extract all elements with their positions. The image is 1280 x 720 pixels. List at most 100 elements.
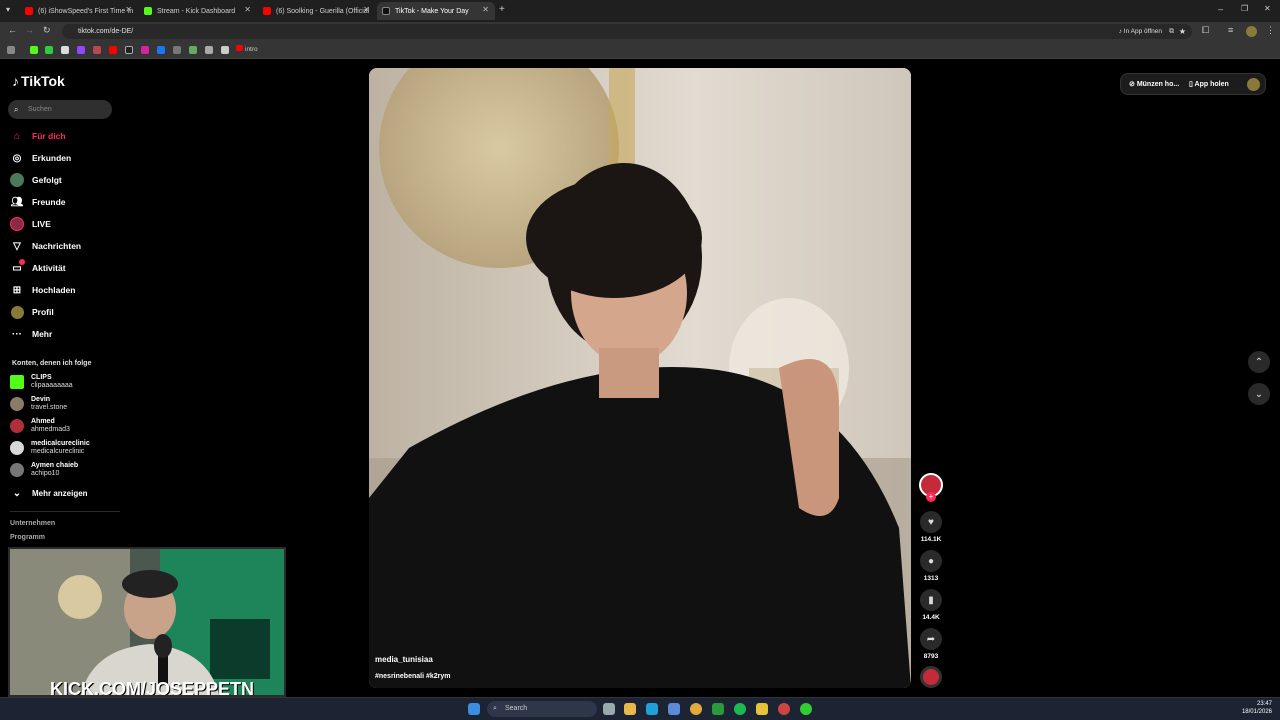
edge-icon[interactable] (646, 703, 658, 715)
save-action[interactable]: ▮ 14.4K (919, 589, 943, 621)
nav-nachrichten[interactable]: ▽ Nachrichten (10, 238, 81, 254)
nav-freunde[interactable]: 👥︎ Freunde (10, 194, 66, 210)
follow-plus-icon[interactable]: + (926, 492, 936, 502)
account-devin[interactable]: Devin travel.stone (10, 396, 67, 412)
close-tab-icon[interactable]: ✕ (125, 5, 132, 14)
search-input[interactable]: ⌕ Suchen (8, 100, 112, 119)
tab-soolking[interactable]: (6) Soolking - Guerilla (Official ✕ (258, 2, 376, 20)
activity-icon: ▭ (10, 259, 25, 275)
compass-icon: ◎ (12, 152, 22, 164)
creator-avatar[interactable]: + (919, 473, 943, 502)
extensions-icon[interactable]: ⧠ (1202, 25, 1209, 36)
bookmark-icon[interactable] (61, 46, 69, 54)
task-view-icon[interactable] (603, 703, 615, 715)
account-clips[interactable]: CLIPS clipaaaaaaaa (10, 374, 73, 390)
nav-erkunden[interactable]: ◎ Erkunden (10, 150, 72, 166)
account-aymen[interactable]: Aymen chaieb achipo10 (10, 462, 78, 478)
file-explorer-icon[interactable] (624, 703, 636, 715)
tab-kick-dashboard[interactable]: Stream - Kick Dashboard ✕ (139, 2, 257, 20)
avatar (10, 463, 24, 477)
video-hashtags[interactable]: #nesrinebenali #k2rym (375, 673, 451, 680)
translate-icon[interactable]: ⧉ (1169, 24, 1174, 39)
address-bar[interactable]: tiktok.com/de-DE/ ♪ In App öffnen ⧉ ★ (62, 24, 1192, 39)
browser-menu-icon[interactable]: ⋮ (1266, 25, 1275, 36)
restore-icon[interactable]: ❐ (1241, 4, 1248, 13)
tiktok-bookmark-icon[interactable] (125, 46, 133, 54)
notification-dot (19, 259, 25, 265)
browser-profile-avatar[interactable] (1246, 26, 1257, 37)
in-app-open-button[interactable]: ♪ In App öffnen (1119, 24, 1162, 39)
play-bookmark-icon[interactable] (45, 46, 53, 54)
tab-tiktok[interactable]: TikTok - Make Your Day ✕ (377, 2, 495, 20)
comment-count: 1313 (923, 575, 939, 582)
intro-bookmark[interactable]: intro (236, 45, 258, 53)
bookmark-icon[interactable] (93, 46, 101, 54)
reload-icon[interactable]: ↻ (43, 25, 51, 36)
nav-hochladen[interactable]: ⊞ Hochladen (10, 282, 76, 298)
close-tab-icon[interactable]: ✕ (363, 5, 370, 14)
bookmark-icon[interactable] (205, 46, 213, 54)
close-tab-icon[interactable]: ✕ (244, 5, 251, 14)
nav-gefolgt[interactable]: Gefolgt (10, 172, 62, 188)
app-icon[interactable] (778, 703, 790, 715)
video-author[interactable]: media_tunisiaa (375, 655, 433, 664)
profile-avatar[interactable] (1247, 78, 1260, 91)
xbox-icon[interactable] (712, 703, 724, 715)
bookmark-icon[interactable] (173, 46, 181, 54)
bookmark-star-icon[interactable]: ★ (1179, 24, 1186, 39)
minimize-icon[interactable]: – (1218, 4, 1223, 14)
nav-aktivitaet[interactable]: ▭ Aktivität (10, 259, 66, 276)
tiktok-logo[interactable]: ♪ TikTok (12, 73, 65, 89)
get-app-button[interactable]: ▯ App holen (1189, 80, 1229, 88)
tab-search-icon[interactable]: ▾ (6, 5, 10, 14)
close-tab-icon[interactable]: ✕ (482, 5, 489, 14)
sound-disc[interactable] (919, 666, 943, 688)
show-more-button[interactable]: ⌄ Mehr anzeigen (10, 485, 88, 501)
store-icon[interactable] (668, 703, 680, 715)
account-ahmed[interactable]: Ahmed ahmedmad3 (10, 418, 70, 434)
twitch-bookmark-icon[interactable] (77, 46, 85, 54)
bookmark-icon[interactable] (189, 46, 197, 54)
windows-start-icon[interactable] (468, 703, 480, 715)
account-medicalcureclinic[interactable]: medicalcureclinic medicalcureclinic (10, 440, 90, 456)
footer-link-unternehmen[interactable]: Unternehmen (10, 520, 55, 527)
facebook-bookmark-icon[interactable] (157, 46, 165, 54)
friends-icon: 👥︎ (10, 196, 24, 208)
like-action[interactable]: ♥ 114.1K (919, 511, 943, 543)
previous-video-button[interactable]: ⌃ (1248, 351, 1270, 373)
close-window-icon[interactable]: ✕ (1264, 4, 1271, 13)
app-icon[interactable] (800, 703, 812, 715)
nav-live[interactable]: LIVE (10, 216, 51, 232)
bookmark-icon[interactable]: ▮ (920, 589, 942, 611)
bookmark-icon[interactable] (221, 46, 229, 54)
nav-mehr[interactable]: ··· Mehr (10, 326, 52, 342)
spotify-icon[interactable] (734, 703, 746, 715)
heart-icon[interactable]: ♥ (920, 511, 942, 533)
warning-app-icon[interactable] (756, 703, 768, 715)
nav-profil[interactable]: Profil (10, 304, 54, 320)
more-icon: ··· (12, 328, 22, 340)
forward-icon[interactable]: → (25, 25, 34, 35)
taskbar-search-input[interactable]: ⌕ Search (487, 701, 597, 717)
footer-link-programm[interactable]: Programm (10, 534, 45, 541)
comment-action[interactable]: ● 1313 (919, 550, 943, 582)
media-icon[interactable]: ≡ (1228, 25, 1233, 35)
video-player[interactable]: media_tunisiaa #nesrinebenali #k2rym (369, 68, 911, 688)
youtube-bookmark-icon[interactable] (109, 46, 117, 54)
save-count: 14.4K (922, 614, 940, 621)
get-coins-button[interactable]: ⊘ Münzen ho... (1129, 80, 1179, 88)
nav-fuer-dich[interactable]: ⌂ Für dich (10, 128, 66, 144)
comment-icon[interactable]: ● (920, 550, 942, 572)
apps-icon[interactable] (7, 46, 15, 54)
kick-bookmark-icon[interactable] (30, 46, 38, 54)
share-icon[interactable]: ➦ (920, 628, 942, 650)
youtube-icon (236, 45, 243, 51)
tab-ishowspeed[interactable]: (6) iShowSpeed's First Time In ✕ (20, 2, 138, 20)
instagram-bookmark-icon[interactable] (141, 46, 149, 54)
chrome-icon[interactable] (690, 703, 702, 715)
share-action[interactable]: ➦ 8793 (919, 628, 943, 660)
new-tab-icon[interactable]: + (499, 4, 505, 15)
next-video-button[interactable]: ⌄ (1248, 383, 1270, 405)
taskbar-clock[interactable]: 23:47 18/01/2026 (1234, 700, 1272, 716)
back-icon[interactable]: ← (8, 25, 17, 35)
